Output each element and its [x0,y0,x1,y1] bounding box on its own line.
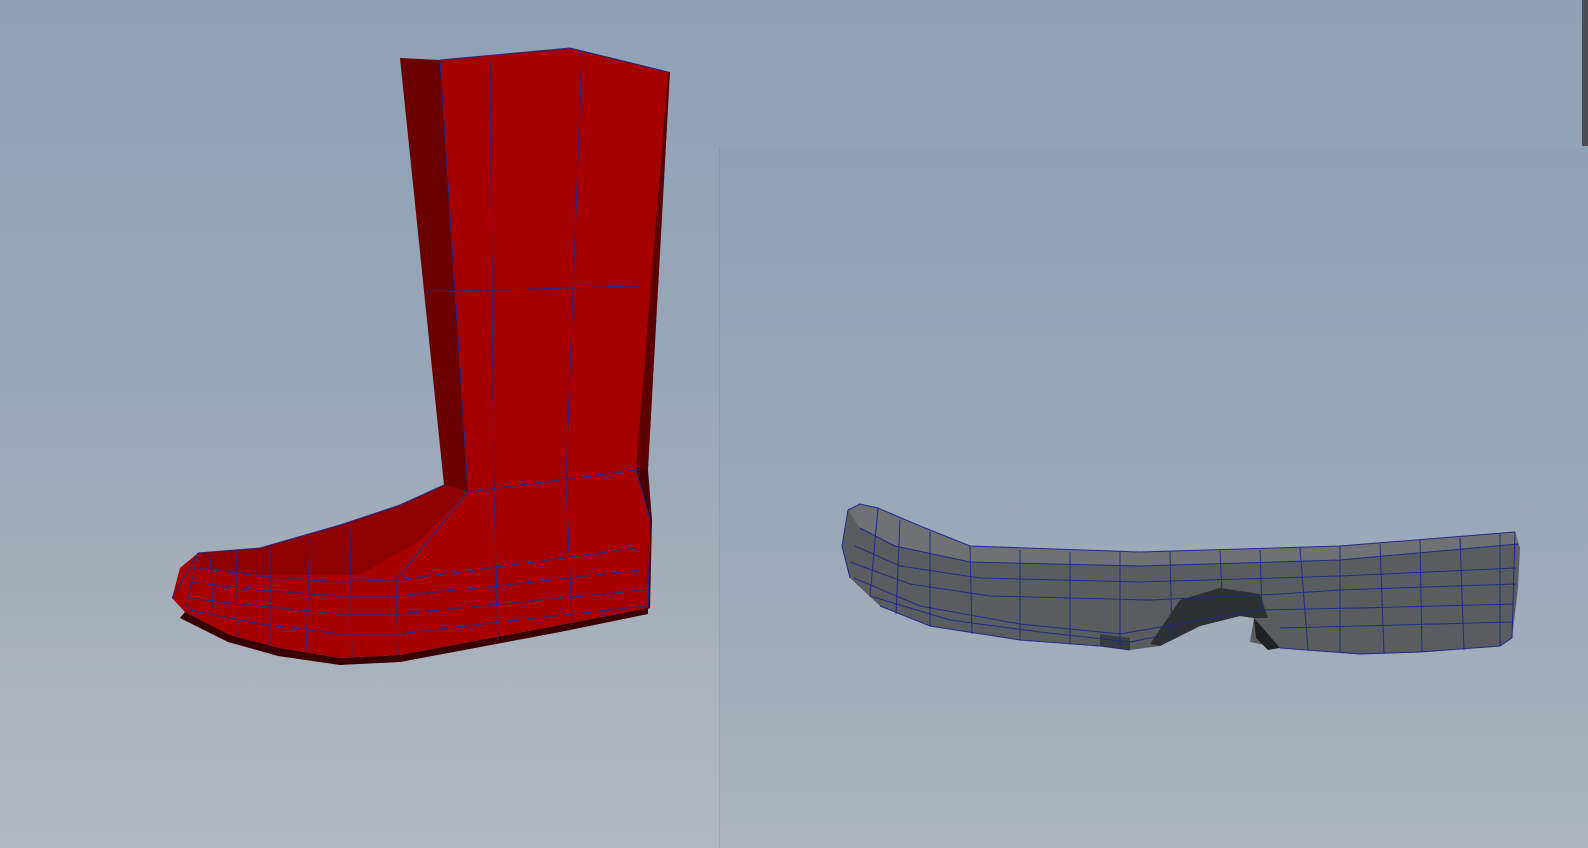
maya-workspace [0,0,1588,848]
sole-mesh[interactable] [720,148,1588,848]
boot-shaft-front [440,48,668,492]
viewport-scrollbar[interactable] [1582,0,1588,146]
viewport-right[interactable] [720,148,1588,848]
